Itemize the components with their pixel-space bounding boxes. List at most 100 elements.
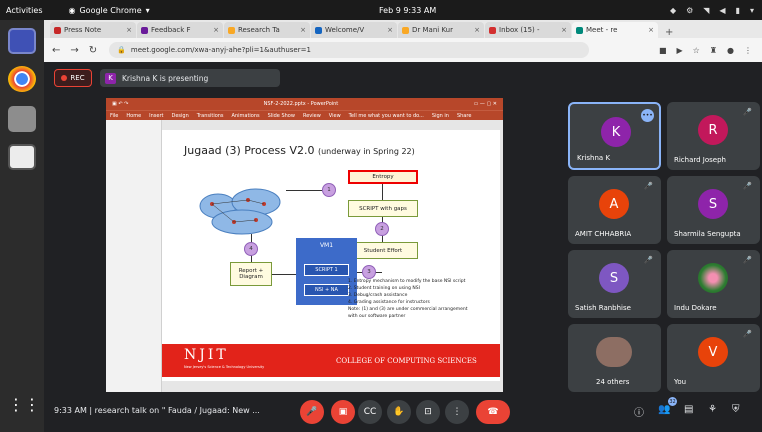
participant-tile-you[interactable]: 🎤 V You <box>667 324 760 392</box>
new-tab-button[interactable]: + <box>665 27 673 38</box>
menu-icon[interactable]: ⋮ <box>744 46 752 55</box>
cast-icon[interactable]: ▶ <box>677 46 683 55</box>
avatar: S <box>599 263 629 293</box>
tab-feedback[interactable]: Feedback F × <box>137 22 223 38</box>
forward-icon[interactable]: → <box>70 45 78 56</box>
tab-favicon-icon <box>576 26 583 34</box>
presenter-avatar: K <box>105 72 116 84</box>
activities-icon[interactable]: ⚘ <box>708 404 717 415</box>
step-circle-2: 2 <box>375 222 389 236</box>
script1-box: SCRIPT 1 <box>304 264 349 276</box>
meeting-details[interactable]: 9:33 AM | research talk on " Fauda / Jug… <box>54 406 260 415</box>
tab-favicon-icon <box>402 26 409 34</box>
close-icon[interactable]: × <box>648 26 654 34</box>
app-menu[interactable]: ◉ Google Chrome ▾ <box>69 6 150 15</box>
present-button[interactable]: ⊡ <box>416 400 440 424</box>
close-icon[interactable]: × <box>474 26 480 34</box>
participant-tile-sharmila[interactable]: 🎤 S Sharmila Sengupta <box>667 176 760 244</box>
participant-tile-others[interactable]: 24 others <box>568 324 661 392</box>
info-icon[interactable]: ⓘ <box>634 404 644 419</box>
leave-call-button[interactable]: ☎ <box>476 400 510 424</box>
shared-screen[interactable]: ▣ ↶ ↷ NSF-2-2022.pptx - PowerPoint ▭ — ▢ ✕… <box>106 98 503 393</box>
tab-welcome[interactable]: Welcome/V × <box>311 22 397 38</box>
participant-tile-krishna[interactable]: ••• K Krishna K <box>568 102 661 170</box>
recording-indicator[interactable]: REC <box>54 69 92 87</box>
chrome-dock-icon[interactable] <box>8 66 36 92</box>
address-bar[interactable]: 🔒 meet.google.com/xwa-anyj-ahe?pli=1&auth… <box>109 42 590 58</box>
toolbar-actions: ■ ▶ ☆ ♜ ● ⋮ <box>659 46 752 55</box>
close-icon[interactable]: × <box>126 26 132 34</box>
more-options-button[interactable]: ⋮ <box>445 400 469 424</box>
chat-icon[interactable]: ▤ <box>684 404 693 415</box>
raise-hand-button[interactable]: ✋ <box>387 400 411 424</box>
url-text: meet.google.com/xwa-anyj-ahe?pli=1&authu… <box>130 46 311 54</box>
tab-research[interactable]: Research Ta × <box>224 22 310 38</box>
tab-inbox[interactable]: Inbox (15) - × <box>485 22 571 38</box>
ribbon-insert: Insert <box>149 112 164 119</box>
close-icon[interactable]: × <box>561 26 567 34</box>
ribbon-review: Review <box>302 112 321 119</box>
ribbon-design: Design <box>171 112 189 119</box>
slide-notes: 1. Entropy mechanism to modify the base … <box>348 279 468 319</box>
script-gaps-box: SCRIPT with gaps <box>348 200 418 217</box>
files-icon[interactable] <box>8 106 36 132</box>
more-options-icon[interactable]: ••• <box>641 109 654 122</box>
extensions-icon[interactable]: ♜ <box>710 46 717 55</box>
more-vert-icon: ⋮ <box>452 407 462 417</box>
participant-tile-richard[interactable]: 🎤 R Richard Joseph <box>667 102 760 170</box>
slide-footer: NJIT New Jersey's Science & Technology U… <box>162 344 500 377</box>
meet-stage: REC K Krishna K is presenting ▣ ↶ ↷ NSF-2-… <box>44 62 762 432</box>
tab-press-note[interactable]: Press Note × <box>50 22 136 38</box>
tab-dr-mani[interactable]: Dr Mani Kur × <box>398 22 484 38</box>
nsi-na-box: NSI + NA <box>304 284 349 296</box>
reload-icon[interactable]: ↻ <box>89 45 97 56</box>
host-controls-icon[interactable]: ⛨ <box>732 404 740 415</box>
chevron-down-icon: ▾ <box>145 5 150 15</box>
close-icon[interactable]: × <box>213 26 219 34</box>
hand-icon: ✋ <box>393 407 405 417</box>
profile-icon[interactable]: ● <box>727 46 734 55</box>
camera-icon[interactable]: ■ <box>659 46 667 55</box>
system-tray[interactable]: ◆ ⚙ ◥ ◀ ▮ ▾ <box>670 6 754 15</box>
close-icon[interactable]: × <box>387 26 393 34</box>
activities-button[interactable]: Activities <box>6 6 43 15</box>
slide-thumbnails <box>106 120 162 393</box>
vm1-label: VM1 <box>319 242 334 249</box>
browser-window: Press Note × Feedback F × Research Ta × Wel… <box>44 20 762 62</box>
participant-tile-satish[interactable]: 🎤 S Satish Ranbhise <box>568 250 661 318</box>
ppt-ribbon: File Home Insert Design Transitions Anim… <box>106 110 503 120</box>
captions-button[interactable]: CC <box>358 400 382 424</box>
mic-off-button[interactable]: 🎤 <box>300 400 324 424</box>
step-circle-3: 3 <box>362 265 376 279</box>
participant-tile-amit[interactable]: 🎤 A AMIT CHHABRIA <box>568 176 661 244</box>
dock-screen-icon[interactable] <box>8 28 36 54</box>
avatar: V <box>698 337 728 367</box>
report-box: Report + Diagram <box>230 262 272 286</box>
camera-off-button[interactable]: ▣ <box>331 400 355 424</box>
record-dot-icon <box>61 75 68 81</box>
network-diagram <box>199 188 281 235</box>
app-grid-icon[interactable]: ⋮⋮ <box>8 392 40 418</box>
participant-name: AMIT CHHABRIA <box>575 230 632 238</box>
back-icon[interactable]: ← <box>52 45 60 56</box>
captions-icon: CC <box>363 407 377 417</box>
system-clock[interactable]: Feb 9 9:33 AM <box>379 6 436 15</box>
star-icon[interactable]: ☆ <box>693 46 700 55</box>
participant-name: Richard Joseph <box>674 156 726 164</box>
camera-off-icon: ▣ <box>338 407 348 417</box>
people-icon[interactable]: 👥 <box>658 404 670 415</box>
presenting-banner: K Krishna K is presenting <box>100 69 280 87</box>
battery-icon: ▮ <box>735 5 740 15</box>
close-icon[interactable]: × <box>300 26 306 34</box>
search-app-icon[interactable] <box>8 144 36 170</box>
avatar: R <box>698 115 728 145</box>
browser-toolbar: ← → ↻ 🔒 meet.google.com/xwa-anyj-ahe?pli=1&… <box>44 38 762 62</box>
tab-meet[interactable]: Meet - re × <box>572 22 658 38</box>
ppt-title-bar: ▣ ↶ ↷ NSF-2-2022.pptx - PowerPoint ▭ — ▢ ✕ <box>106 98 503 110</box>
participant-name: Krishna K <box>577 154 611 162</box>
participant-tile-indu[interactable]: 🎤 Indu Dokare <box>667 250 760 318</box>
avatar: A <box>599 189 629 219</box>
tab-favicon-icon <box>228 26 235 34</box>
mic-off-icon: 🎤 <box>306 407 318 417</box>
mic-off-icon: 🎤 <box>743 182 752 190</box>
